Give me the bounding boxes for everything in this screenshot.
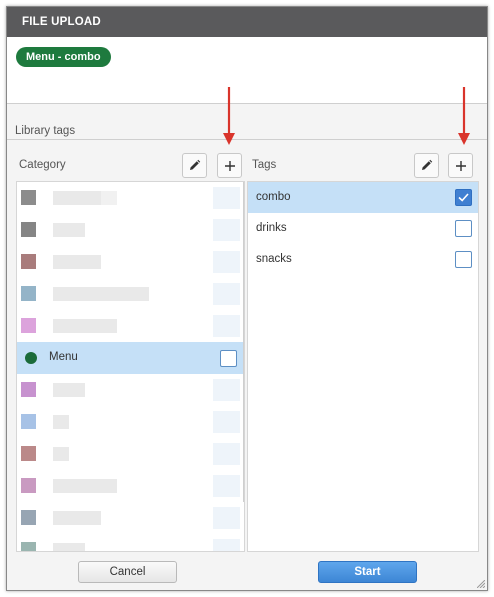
category-item[interactable] bbox=[17, 246, 244, 278]
pencil-icon bbox=[190, 159, 201, 170]
start-button[interactable]: Start bbox=[318, 561, 417, 583]
category-checkbox[interactable] bbox=[213, 283, 240, 305]
resize-grip-icon[interactable] bbox=[477, 580, 485, 588]
category-item[interactable] bbox=[17, 438, 244, 470]
category-color-swatch bbox=[21, 446, 36, 461]
category-item[interactable] bbox=[17, 278, 244, 310]
category-color-swatch bbox=[21, 414, 36, 429]
library-tags-label: Library tags bbox=[15, 125, 76, 137]
category-item[interactable] bbox=[17, 502, 244, 534]
redacted-label bbox=[53, 383, 85, 397]
redacted-label bbox=[53, 479, 117, 493]
annotation-arrow-icon bbox=[223, 87, 235, 145]
tag-item-label: snacks bbox=[256, 253, 292, 265]
tags-edit-button[interactable] bbox=[414, 153, 439, 178]
redacted-label bbox=[53, 447, 69, 461]
category-color-swatch bbox=[21, 382, 36, 397]
category-checkbox[interactable] bbox=[213, 219, 240, 241]
selected-tags-area: Menu - combo bbox=[7, 37, 487, 104]
category-checkbox[interactable] bbox=[220, 350, 237, 367]
annotation-arrow-icon bbox=[458, 87, 470, 145]
category-checkbox[interactable] bbox=[213, 475, 240, 497]
dialog-title: FILE UPLOAD bbox=[7, 7, 487, 37]
tag-item-drinks[interactable]: drinks bbox=[248, 213, 478, 244]
category-item[interactable] bbox=[17, 214, 244, 246]
category-scrollbar[interactable] bbox=[243, 182, 244, 502]
category-color-swatch bbox=[21, 254, 36, 269]
redacted-label bbox=[101, 191, 117, 205]
category-checkbox[interactable] bbox=[213, 379, 240, 401]
category-color-swatch bbox=[21, 222, 36, 237]
category-color-swatch bbox=[21, 542, 36, 551]
redacted-label bbox=[53, 415, 69, 429]
category-checkbox[interactable] bbox=[213, 539, 240, 551]
tag-item-label: drinks bbox=[256, 222, 287, 234]
category-item[interactable] bbox=[17, 534, 244, 551]
file-upload-dialog: FILE UPLOAD Menu - combo Library tags Ca… bbox=[6, 6, 488, 591]
tag-checkbox[interactable] bbox=[455, 251, 472, 268]
redacted-label bbox=[53, 319, 117, 333]
category-label: Category bbox=[19, 159, 66, 171]
plus-icon bbox=[224, 160, 235, 171]
redacted-label bbox=[53, 543, 85, 551]
divider bbox=[7, 139, 487, 140]
category-item[interactable] bbox=[17, 374, 244, 406]
category-color-swatch bbox=[21, 318, 36, 333]
redacted-label bbox=[53, 511, 101, 525]
category-checkbox[interactable] bbox=[213, 411, 240, 433]
checkmark-icon bbox=[458, 193, 469, 202]
redacted-label bbox=[53, 287, 149, 301]
category-item-label: Menu bbox=[49, 351, 78, 363]
category-color-swatch bbox=[21, 190, 36, 205]
category-checkbox[interactable] bbox=[213, 443, 240, 465]
category-add-button[interactable] bbox=[217, 153, 242, 178]
category-item-menu[interactable]: Menu bbox=[17, 342, 244, 374]
category-list: Menu bbox=[16, 181, 245, 552]
cancel-button[interactable]: Cancel bbox=[78, 561, 177, 583]
tags-add-button[interactable] bbox=[448, 153, 473, 178]
tag-item-snacks[interactable]: snacks bbox=[248, 244, 478, 275]
tag-checkbox[interactable] bbox=[455, 220, 472, 237]
category-checkbox[interactable] bbox=[213, 251, 240, 273]
tag-checkbox-checked[interactable] bbox=[455, 189, 472, 206]
redacted-label bbox=[53, 255, 101, 269]
category-color-swatch bbox=[21, 286, 36, 301]
tags-label: Tags bbox=[252, 159, 277, 171]
category-checkbox[interactable] bbox=[213, 507, 240, 529]
plus-icon bbox=[455, 160, 466, 171]
redacted-label bbox=[53, 191, 101, 205]
category-checkbox[interactable] bbox=[213, 187, 240, 209]
redacted-label bbox=[53, 223, 85, 237]
selected-tag-pill[interactable]: Menu - combo bbox=[16, 47, 111, 67]
category-item[interactable] bbox=[17, 310, 244, 342]
category-edit-button[interactable] bbox=[182, 153, 207, 178]
tag-item-label: combo bbox=[256, 191, 291, 203]
pencil-icon bbox=[422, 159, 433, 170]
category-color-dot bbox=[25, 352, 37, 364]
category-checkbox[interactable] bbox=[213, 315, 240, 337]
tag-item-combo[interactable]: combo bbox=[248, 182, 478, 213]
tags-list: combo drinks snacks bbox=[247, 181, 479, 552]
category-item[interactable] bbox=[17, 470, 244, 502]
category-item[interactable] bbox=[17, 406, 244, 438]
category-color-swatch bbox=[21, 478, 36, 493]
category-item[interactable] bbox=[17, 182, 244, 214]
category-color-swatch bbox=[21, 510, 36, 525]
